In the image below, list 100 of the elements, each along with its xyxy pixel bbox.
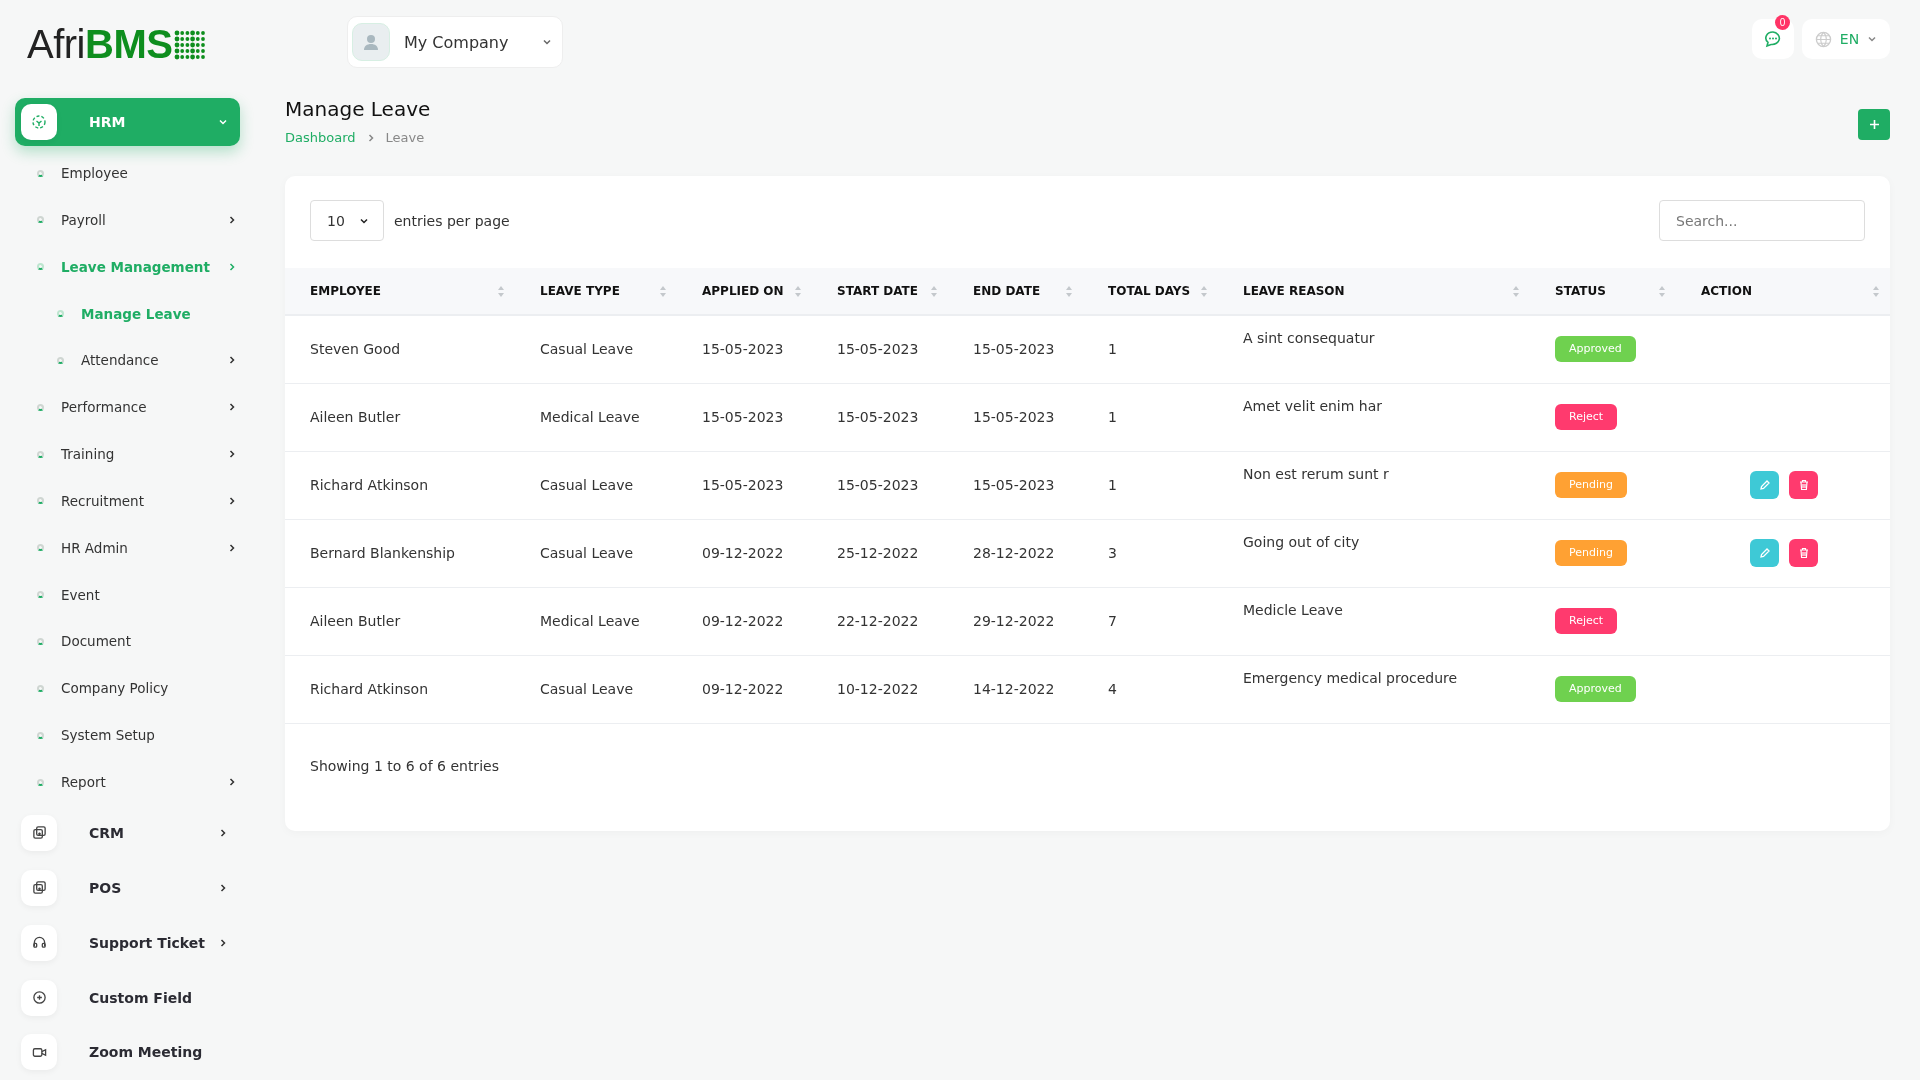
chevron-right-icon — [218, 937, 228, 948]
status-badge: Approved — [1555, 336, 1636, 363]
add-button[interactable] — [1858, 109, 1890, 140]
sort-icon — [1872, 284, 1880, 298]
chevron-right-icon — [227, 495, 237, 506]
sort-icon — [1065, 284, 1073, 298]
sidebar-item[interactable]: System Setup — [15, 711, 255, 759]
column-header[interactable]: EMPLOYEE — [285, 268, 515, 315]
bullet-icon — [37, 450, 44, 458]
table-cell: 3 — [1083, 519, 1218, 587]
bullet-icon — [37, 638, 44, 645]
column-header[interactable]: STATUS — [1530, 268, 1676, 315]
status-badge: Approved — [1555, 676, 1636, 702]
sidebar-item[interactable]: Payroll — [15, 196, 255, 244]
status-badge: Reject — [1555, 608, 1618, 634]
entries-summary: Showing 1 to 6 of 6 entries — [309, 756, 500, 776]
copy-icon — [31, 880, 47, 896]
headphones-icon — [31, 935, 47, 951]
pencil-icon — [1758, 547, 1771, 559]
sidebar-item[interactable]: Document — [15, 618, 255, 665]
dot-grid-logo-icon — [174, 29, 207, 60]
sidebar-item[interactable]: Recruitment — [15, 477, 255, 525]
column-header[interactable]: APPLIED ON — [677, 268, 812, 315]
company-selector[interactable]: My Company — [347, 16, 563, 68]
table-cell: 10-12-2022 — [812, 655, 948, 723]
plus-icon — [1868, 119, 1880, 130]
table-cell: 15-05-2023 — [948, 451, 1083, 519]
page-size-select[interactable]: 10 — [310, 200, 384, 241]
table-cell: 25-12-2022 — [812, 519, 948, 587]
table-cell: Casual Leave — [515, 519, 677, 587]
column-header[interactable]: LEAVE REASON — [1218, 268, 1530, 315]
table-cell: 15-05-2023 — [677, 383, 812, 451]
column-header[interactable]: TOTAL DAYS — [1083, 268, 1218, 315]
bullet-icon — [57, 310, 64, 318]
sort-icon — [930, 284, 938, 298]
table-cell: 15-05-2023 — [948, 315, 1083, 383]
logo-text: AfriBMS — [27, 22, 173, 68]
chevron-right-icon — [227, 777, 237, 787]
table-cell: Richard Atkinson — [285, 451, 515, 519]
delete-button[interactable] — [1789, 539, 1818, 567]
table-cell: 09-12-2022 — [677, 587, 812, 655]
pencil-icon — [1758, 479, 1771, 491]
chat-bubble-icon — [1764, 30, 1782, 48]
sidebar-item[interactable]: Report — [15, 758, 255, 806]
table-cell: Casual Leave — [515, 655, 677, 723]
table-cell: A sint consequatur — [1218, 315, 1530, 383]
sidebar-module[interactable]: Zoom Meeting — [15, 1030, 240, 1075]
table-cell: 1 — [1083, 315, 1218, 383]
status-badge: Reject — [1555, 404, 1618, 430]
sidebar-module[interactable]: POS — [15, 865, 240, 911]
table-cell: 4 — [1083, 655, 1218, 723]
sidebar-item[interactable]: Employee — [15, 149, 255, 197]
bullet-icon — [37, 169, 44, 177]
table-cell: 15-05-2023 — [812, 315, 948, 383]
copy-icon — [31, 825, 47, 841]
globe-icon — [1814, 30, 1832, 48]
edit-button[interactable] — [1750, 471, 1779, 499]
sidebar-item[interactable]: Company Policy — [15, 664, 255, 712]
sidebar-module[interactable]: Custom Field — [15, 975, 240, 1020]
delete-button[interactable] — [1789, 471, 1818, 499]
sidebar-item[interactable]: Training — [15, 430, 255, 478]
bullet-icon — [37, 263, 44, 271]
trash-icon — [1797, 547, 1810, 559]
sidebar-module[interactable]: Support Ticket — [15, 920, 240, 966]
sidebar-item[interactable]: HR Admin — [15, 524, 255, 572]
sort-icon — [497, 284, 505, 298]
chevron-right-icon — [227, 355, 237, 366]
sort-icon — [1200, 284, 1208, 298]
table-cell: 14-12-2022 — [948, 655, 1083, 723]
sort-icon — [659, 284, 667, 298]
bullet-icon — [37, 497, 44, 505]
chevron-right-icon — [218, 827, 228, 838]
dotted-circle-icon — [31, 113, 47, 130]
column-header[interactable]: LEAVE TYPE — [515, 268, 677, 315]
sort-icon — [1658, 284, 1666, 298]
sidebar-item[interactable]: Event — [15, 571, 255, 619]
column-header[interactable]: START DATE — [812, 268, 948, 315]
table-cell: Aileen Butler — [285, 383, 515, 451]
edit-button[interactable] — [1750, 539, 1779, 567]
chevron-right-icon — [218, 882, 228, 893]
sidebar-item[interactable]: Attendance — [15, 337, 255, 384]
table-cell: Steven Good — [285, 315, 515, 383]
bullet-icon — [37, 544, 44, 552]
bullet-icon — [37, 403, 44, 411]
sidebar-item[interactable]: Performance — [15, 383, 255, 431]
table-cell: Medicle Leave — [1218, 587, 1530, 655]
column-header[interactable]: END DATE — [948, 268, 1083, 315]
chevron-down-icon — [1867, 34, 1878, 44]
bullet-icon — [37, 591, 44, 599]
table-cell: Amet velit enim har — [1218, 383, 1530, 451]
column-header[interactable]: ACTION — [1676, 268, 1890, 315]
table-cell: 1 — [1083, 451, 1218, 519]
sidebar-module[interactable]: CRM — [15, 810, 240, 856]
chevron-right-icon — [227, 449, 237, 460]
search-field[interactable]: Search... — [1659, 200, 1865, 241]
table-cell: 09-12-2022 — [677, 519, 812, 587]
status-badge: Pending — [1555, 472, 1627, 498]
notification-count: 0 — [1775, 15, 1790, 30]
sort-icon — [1512, 284, 1520, 298]
chevron-right-icon — [227, 542, 237, 553]
